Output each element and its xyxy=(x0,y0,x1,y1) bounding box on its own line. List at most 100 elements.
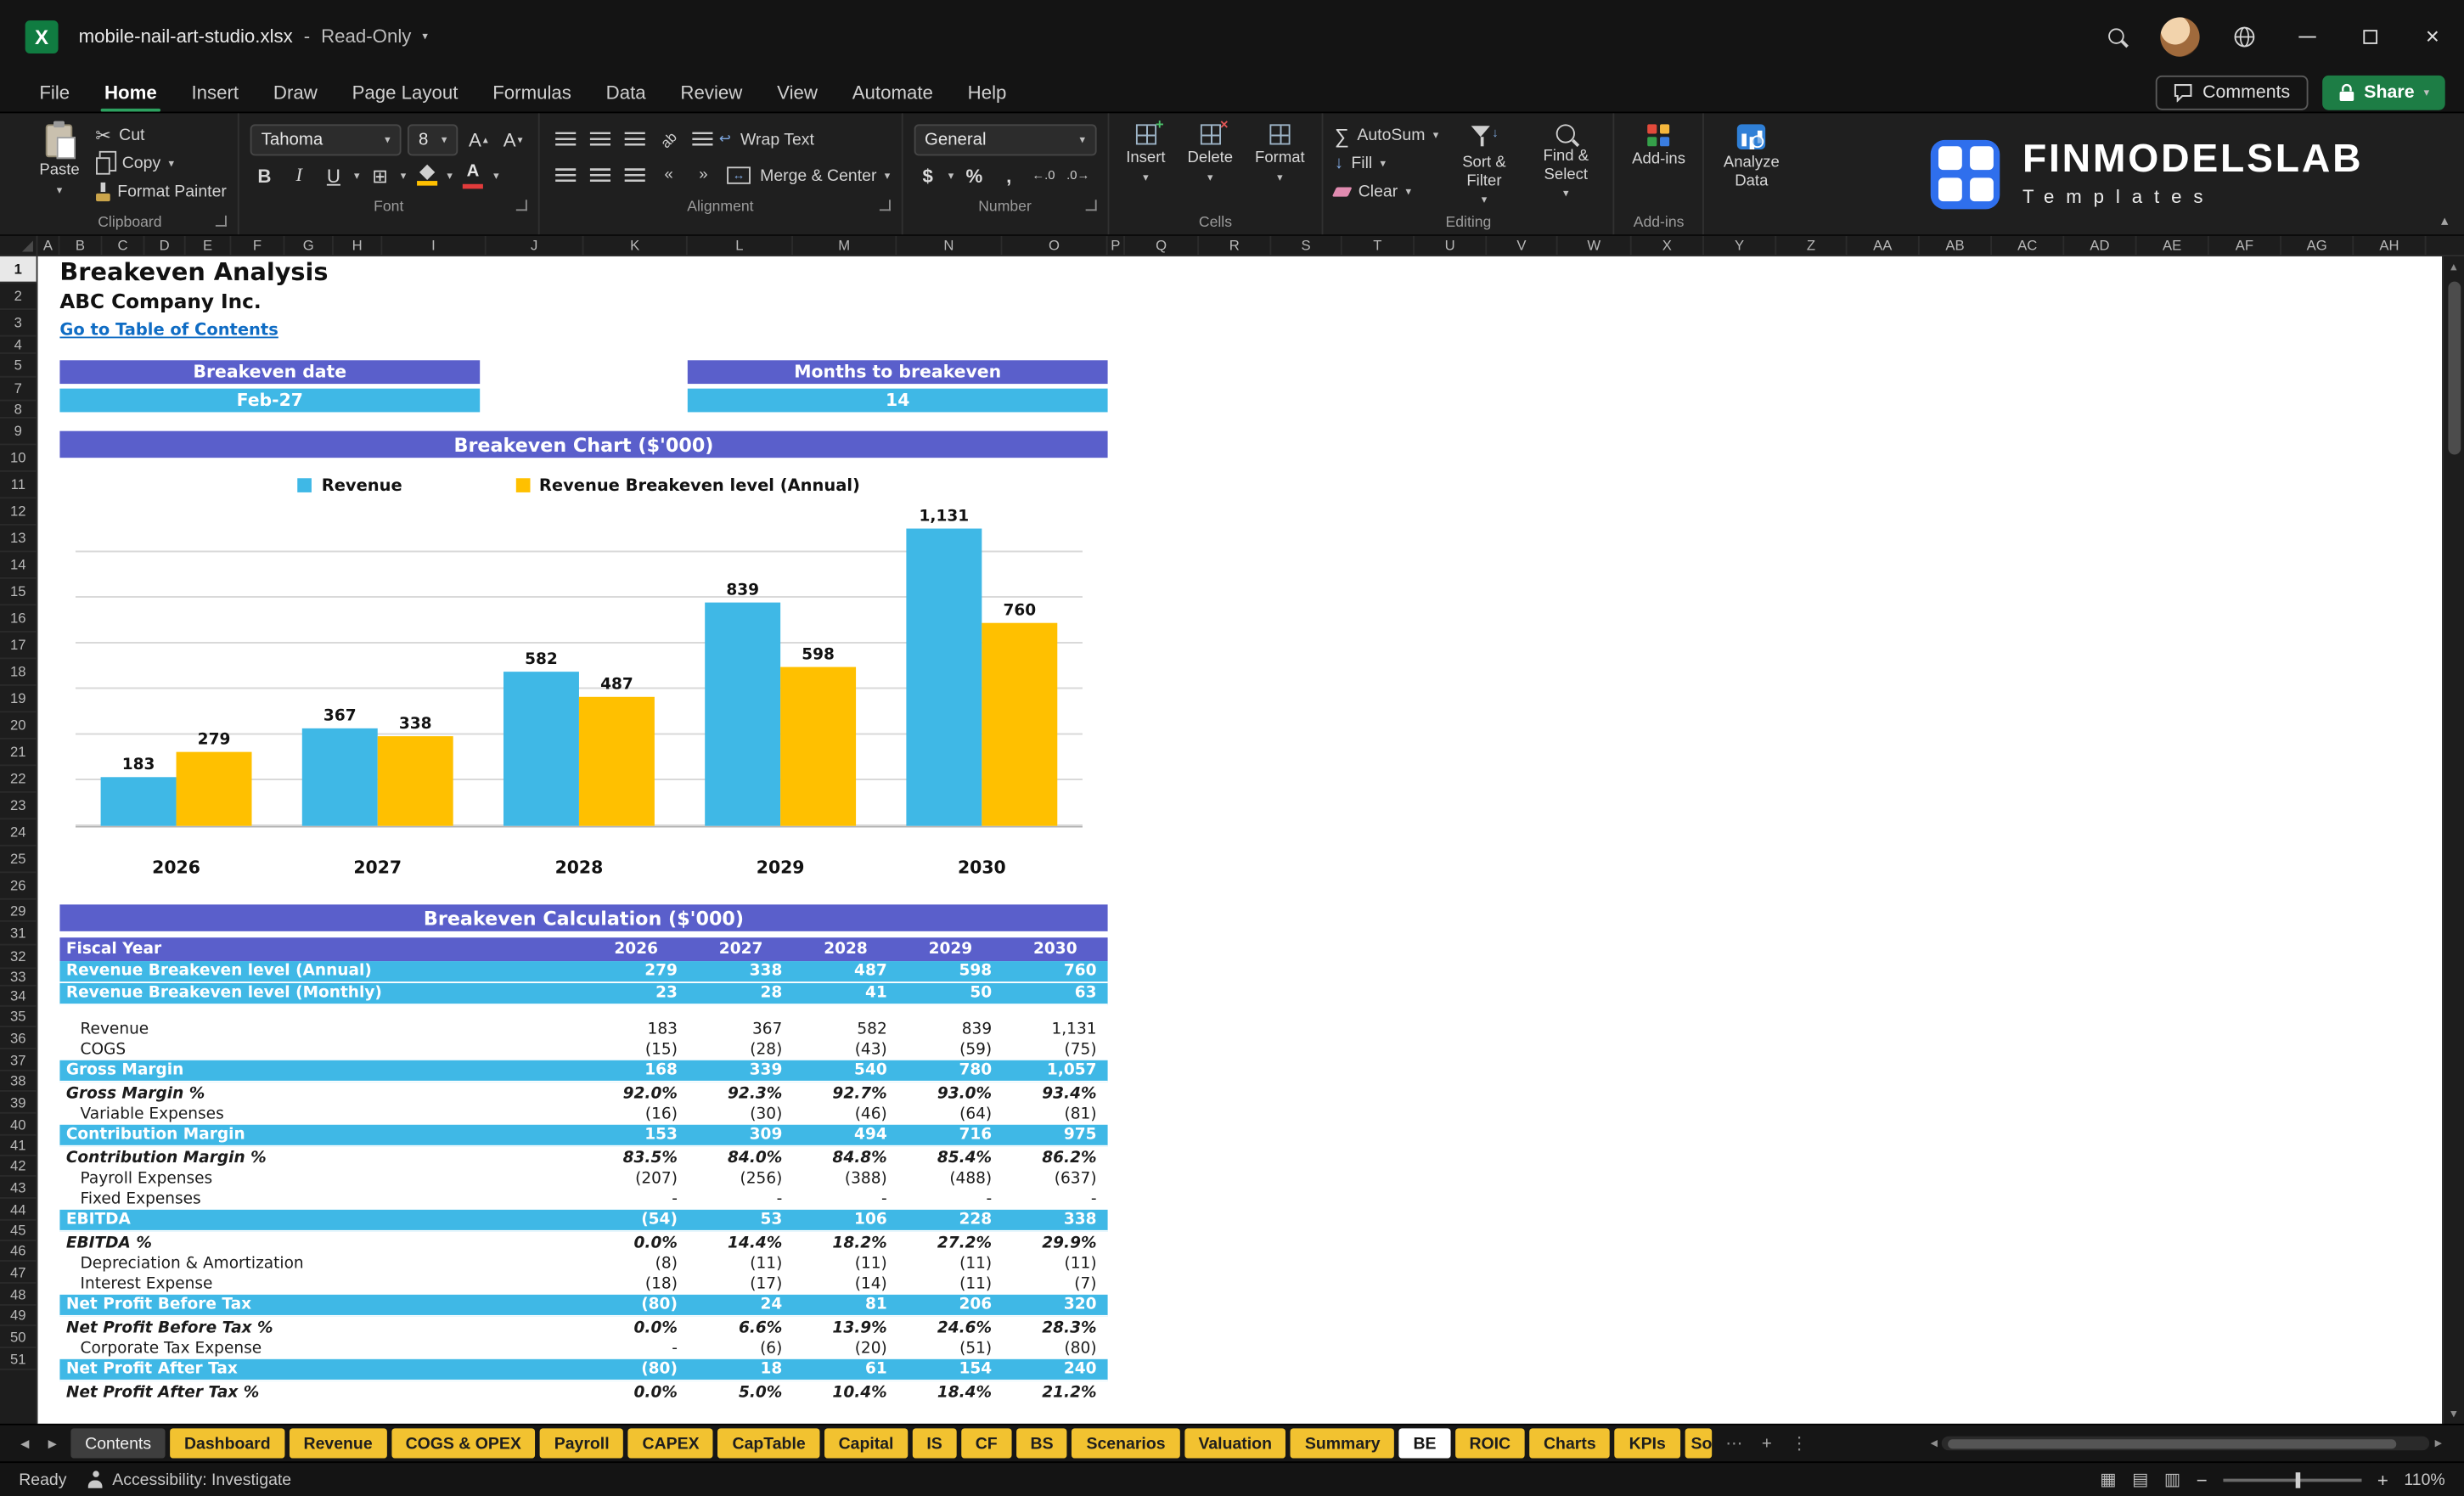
calc-cell[interactable]: 18.4% xyxy=(898,1381,1003,1403)
calc-cell[interactable]: 338 xyxy=(1003,1210,1107,1230)
calc-row-variable-expenses[interactable]: Variable Expenses (16) (30) (46) (64) (81) xyxy=(59,1105,1107,1125)
column-header-i[interactable]: I xyxy=(382,235,487,256)
minimize-button[interactable] xyxy=(2276,0,2338,72)
calc-cell[interactable]: 28 xyxy=(689,983,793,1004)
dialog-launcher-icon[interactable] xyxy=(1085,200,1097,211)
column-header-ah[interactable]: AH xyxy=(2354,235,2427,256)
increase-font-button[interactable]: A ▴ xyxy=(464,124,492,154)
addins-button[interactable]: Add-ins xyxy=(1626,121,1692,210)
sheet-tab-so[interactable]: So xyxy=(1685,1428,1712,1459)
calc-cell[interactable]: 598 xyxy=(898,961,1003,981)
calc-cell[interactable]: 92.7% xyxy=(793,1083,897,1105)
tab-options-icon[interactable]: ⋮ xyxy=(1786,1433,1813,1454)
decrease-decimal-button[interactable]: .0→ xyxy=(1064,160,1092,190)
calc-row-label[interactable]: Gross Margin xyxy=(59,1060,583,1081)
percent-format-button[interactable]: % xyxy=(960,160,988,190)
align-top-button[interactable] xyxy=(551,124,579,154)
calc-cell[interactable]: - xyxy=(793,1189,897,1210)
calc-row-label[interactable]: Corporate Tax Expense xyxy=(59,1339,583,1359)
calc-cell[interactable]: 6.6% xyxy=(689,1317,793,1339)
align-bottom-button[interactable] xyxy=(620,124,648,154)
column-header-y[interactable]: Y xyxy=(1704,235,1777,256)
calc-row-label[interactable]: Gross Margin % xyxy=(59,1083,583,1105)
calc-cell[interactable]: (75) xyxy=(1003,1040,1107,1060)
calc-cell[interactable]: - xyxy=(584,1339,689,1359)
column-header-t[interactable]: T xyxy=(1342,235,1415,256)
sheet-tab-is[interactable]: IS xyxy=(912,1428,957,1459)
calc-cell[interactable]: (11) xyxy=(1003,1254,1107,1274)
column-header-ad[interactable]: AD xyxy=(2064,235,2137,256)
calc-row-ebitda[interactable]: EBITDA % 0.0% 14.4% 18.2% 27.2% 29.9% xyxy=(59,1232,1107,1254)
calc-cell[interactable]: 206 xyxy=(898,1295,1003,1315)
excel-logo-icon[interactable]: X xyxy=(25,20,59,53)
row-header-16[interactable]: 16 xyxy=(0,605,37,633)
scroll-left-icon[interactable]: ◂ xyxy=(1931,1435,1938,1452)
calc-cell[interactable]: 23 xyxy=(584,983,689,1004)
row-header-41[interactable]: 41 xyxy=(0,1136,37,1156)
scroll-down-icon[interactable]: ▾ xyxy=(2444,1406,2464,1420)
sheet-tab-capex[interactable]: CAPEX xyxy=(627,1428,714,1459)
calc-row-revenue-breakeven-level-monthly[interactable]: Revenue Breakeven level (Monthly) 23 28 41 5… xyxy=(59,983,1108,1005)
calc-row-label[interactable]: Interest Expense xyxy=(59,1274,583,1295)
format-cells-button[interactable]: Format ▾ xyxy=(1249,121,1312,210)
calc-row-cogs[interactable]: COGS (15) (28) (43) (59) (75) xyxy=(59,1040,1107,1060)
sheet-tab-cogs-opex[interactable]: COGS & OPEX xyxy=(391,1428,536,1459)
calc-row-label[interactable]: Revenue Breakeven level (Monthly) xyxy=(59,983,583,1004)
calc-row-depreciation-amortization[interactable]: Depreciation & Amortization (8) (11) (11) (1… xyxy=(59,1254,1107,1274)
sheet-tab-revenue[interactable]: Revenue xyxy=(289,1428,387,1459)
calc-cell[interactable]: (46) xyxy=(793,1105,897,1125)
column-header-b[interactable]: B xyxy=(59,235,103,256)
zoom-in-button[interactable]: + xyxy=(2377,1469,2388,1491)
calc-cell[interactable]: 582 xyxy=(793,1020,897,1040)
calc-cell[interactable]: 228 xyxy=(898,1210,1003,1230)
copy-button[interactable]: Copy ▾ xyxy=(95,149,227,177)
font-name-select[interactable]: Tahoma ▾ xyxy=(250,123,402,155)
search-button[interactable] xyxy=(2084,0,2147,72)
column-header-f[interactable]: F xyxy=(231,235,285,256)
row-header-7[interactable]: 7 xyxy=(0,378,37,402)
calc-cell[interactable]: 183 xyxy=(584,1020,689,1040)
ribbon-tab-view[interactable]: View xyxy=(760,72,835,111)
calc-row-label[interactable]: Net Profit After Tax % xyxy=(59,1381,583,1403)
increase-decimal-button[interactable]: ←.0 xyxy=(1029,160,1057,190)
calc-row-label[interactable]: Fixed Expenses xyxy=(59,1189,583,1210)
find-select-button[interactable]: Find & Select ▾ xyxy=(1530,121,1602,211)
tab-scroll-right-icon[interactable]: ▸ xyxy=(43,1433,61,1454)
wrap-text-button[interactable]: ↩ xyxy=(689,124,734,154)
calc-row-contribution-margin[interactable]: Contribution Margin 153 309 494 716 975 xyxy=(59,1124,1108,1147)
months-to-breakeven-value[interactable]: 14 xyxy=(687,388,1108,413)
chart-bar-revenue-breakeven-level-annual-2026[interactable] xyxy=(176,751,252,826)
column-header-e[interactable]: E xyxy=(186,235,232,256)
calc-cell[interactable]: - xyxy=(898,1189,1003,1210)
calc-cell[interactable]: (7) xyxy=(1003,1274,1107,1295)
column-header-j[interactable]: J xyxy=(487,235,584,256)
row-header-46[interactable]: 46 xyxy=(0,1241,37,1262)
merge-center-label-button[interactable]: Merge & Center ▾ xyxy=(760,161,890,189)
merge-center-button[interactable]: ↔ xyxy=(723,160,753,190)
calc-cell[interactable]: (59) xyxy=(898,1040,1003,1060)
calc-cell[interactable]: 61 xyxy=(793,1359,897,1380)
row-header-38[interactable]: 38 xyxy=(0,1071,37,1092)
row-header-37[interactable]: 37 xyxy=(0,1049,37,1071)
align-right-button[interactable] xyxy=(620,160,648,190)
sort-filter-button[interactable]: ↓ Sort & Filter ▾ xyxy=(1448,121,1520,211)
calc-cell[interactable]: 83.5% xyxy=(584,1147,689,1169)
column-header-v[interactable]: V xyxy=(1487,235,1558,256)
share-button[interactable]: Share ▾ xyxy=(2321,75,2445,110)
column-header-u[interactable]: U xyxy=(1415,235,1488,256)
calc-cell[interactable]: 279 xyxy=(584,961,689,981)
ribbon-tab-formulas[interactable]: Formulas xyxy=(475,72,588,111)
column-header-h[interactable]: H xyxy=(334,235,383,256)
row-header-20[interactable]: 20 xyxy=(0,712,37,740)
chart-bar-revenue-2026[interactable] xyxy=(100,777,177,826)
row-header-14[interactable]: 14 xyxy=(0,552,37,579)
ribbon-tab-home[interactable]: Home xyxy=(87,72,175,112)
chart-legend-item-revenue-breakeven-level-annual[interactable]: Revenue Breakeven level (Annual) xyxy=(515,475,860,495)
calc-row-net-profit-after-tax[interactable]: Net Profit After Tax (80) 18 61 154 240 xyxy=(59,1358,1108,1381)
sheet-tab-dashboard[interactable]: Dashboard xyxy=(170,1428,285,1459)
calc-row-label[interactable]: Net Profit Before Tax xyxy=(59,1295,583,1315)
select-all-corner[interactable] xyxy=(0,235,38,256)
clear-button[interactable]: Clear ▾ xyxy=(1332,177,1438,205)
column-header-k[interactable]: K xyxy=(584,235,688,256)
bold-button[interactable]: B xyxy=(250,160,278,190)
